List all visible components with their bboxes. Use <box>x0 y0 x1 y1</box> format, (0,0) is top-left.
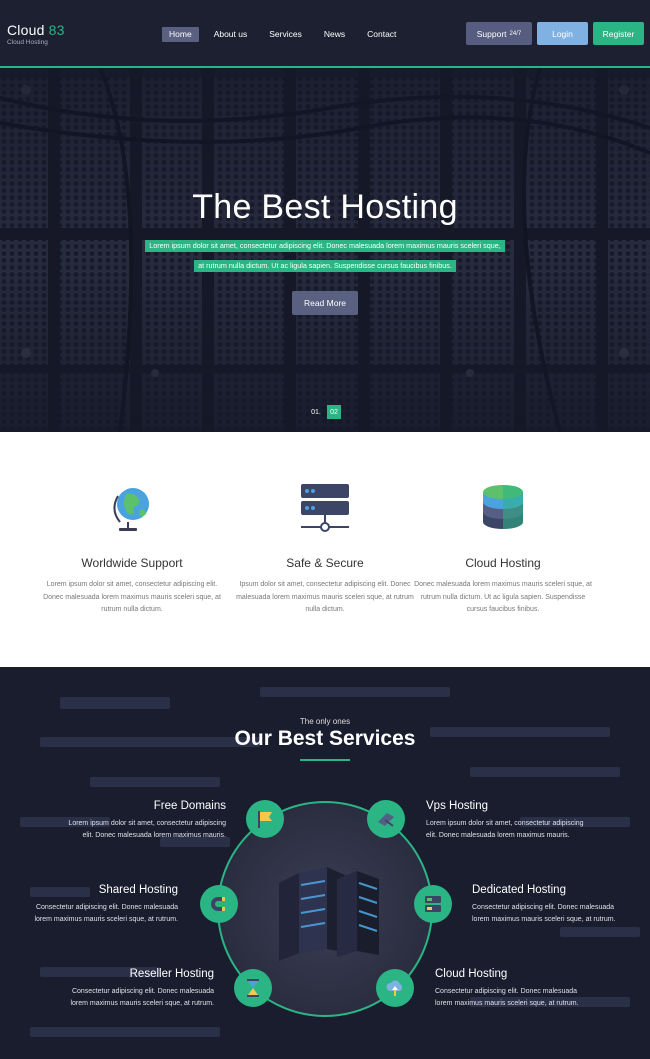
service-free-domains: Free Domains Lorem ipsum dolor sit amet,… <box>66 800 226 842</box>
service-cloud-hosting: Cloud Hosting Consectetur adipiscing eli… <box>435 968 595 1010</box>
dedicated-server-icon <box>425 896 441 912</box>
hero-subtitle: Lorem ipsum dolor sit amet, consectetur … <box>0 235 650 275</box>
services-section: The only ones Our Best Services Free Dom… <box>0 667 650 1059</box>
logo-subtitle: Cloud Hosting <box>7 39 48 46</box>
nav-home[interactable]: Home <box>162 27 199 42</box>
service-name: Vps Hosting <box>426 800 489 812</box>
service-name: Free Domains <box>153 800 226 812</box>
hero-subtitle-line-1: Lorem ipsum dolor sit amet, consectetur … <box>145 240 505 252</box>
service-shared-hosting: Shared Hosting Consectetur adipiscing el… <box>18 884 178 926</box>
reseller-hosting-node[interactable] <box>234 969 272 1007</box>
service-description: Consectetur adipiscing elit. Donec males… <box>34 904 178 923</box>
service-description: Consectetur adipiscing elit. Donec males… <box>472 904 616 923</box>
logo[interactable]: Cloud 83 Cloud Hosting <box>7 22 65 46</box>
service-name: Dedicated Hosting <box>472 884 566 896</box>
features-section: Worldwide Support Lorem ipsum dolor sit … <box>0 432 650 667</box>
globe-icon <box>113 488 149 531</box>
main-nav: Home About us Services News Contact <box>162 27 403 42</box>
feature-text: Ipsum dolor sit amet, consectetur adipis… <box>236 581 414 613</box>
service-description: Lorem ipsum dolor sit amet, consectetur … <box>68 820 226 839</box>
nav-news[interactable]: News <box>317 27 352 42</box>
service-dedicated-hosting: Dedicated Hosting Consectetur adipiscing… <box>472 884 632 926</box>
support-button[interactable]: Support 24/7 <box>466 22 532 45</box>
read-more-button[interactable]: Read More <box>292 291 358 315</box>
database-stack-icon <box>483 485 523 529</box>
flag-icon <box>258 811 272 828</box>
feature-title: Worldwide Support <box>81 556 183 570</box>
hero-subtitle-line-2: at rutrum nulla dictum. Ut ac ligula sap… <box>194 260 456 272</box>
slider-pager: 01. 02 <box>309 405 341 419</box>
pager-slide-2[interactable]: 02 <box>327 405 341 419</box>
vps-hosting-node[interactable] <box>367 800 405 838</box>
services-kicker: The only ones <box>299 717 351 726</box>
service-name: Shared Hosting <box>98 884 178 896</box>
shared-hosting-node[interactable] <box>200 885 238 923</box>
service-reseller-hosting: Reseller Hosting Consectetur adipiscing … <box>54 968 214 1010</box>
logo-text: Cloud 83 <box>7 22 65 38</box>
service-description: Lorem ipsum dolor sit amet, consectetur … <box>426 820 584 839</box>
feature-title: Cloud Hosting <box>465 556 541 570</box>
feature-title: Safe & Secure <box>286 556 364 570</box>
feature-text: Lorem ipsum dolor sit amet, consectetur … <box>43 581 221 613</box>
service-name: Cloud Hosting <box>435 968 508 980</box>
cloud-hosting-node[interactable] <box>376 969 414 1007</box>
cloud-upload-icon <box>386 980 403 996</box>
server-network-icon <box>301 484 349 532</box>
service-name: Reseller Hosting <box>129 968 214 980</box>
nav-services[interactable]: Services <box>262 27 309 42</box>
services-title: Our Best Services <box>234 727 416 750</box>
dedicated-hosting-node[interactable] <box>414 885 452 923</box>
pager-slide-1[interactable]: 01. <box>309 405 323 419</box>
nav-about-us[interactable]: About us <box>207 27 255 42</box>
service-description: Consectetur adipiscing elit. Donec males… <box>70 988 214 1007</box>
satellite-icon <box>378 813 394 827</box>
hero-banner: The Best Hosting Lorem ipsum dolor sit a… <box>0 68 650 432</box>
register-button[interactable]: Register <box>593 22 644 45</box>
nav-contact[interactable]: Contact <box>360 27 403 42</box>
feature-text: Donec malesuada lorem maximus mauris sce… <box>414 581 592 613</box>
free-domains-node[interactable] <box>246 800 284 838</box>
service-description: Consectetur adipiscing elit. Donec males… <box>435 988 579 1007</box>
hourglass-icon <box>247 979 259 997</box>
service-vps-hosting: Vps Hosting Lorem ipsum dolor sit amet, … <box>426 800 586 842</box>
site-header: Cloud 83 Cloud Hosting Home About us Ser… <box>0 0 650 68</box>
login-button[interactable]: Login <box>537 22 588 45</box>
hero-title: The Best Hosting <box>192 188 458 226</box>
title-underline <box>300 759 350 761</box>
magnet-icon <box>211 897 225 911</box>
